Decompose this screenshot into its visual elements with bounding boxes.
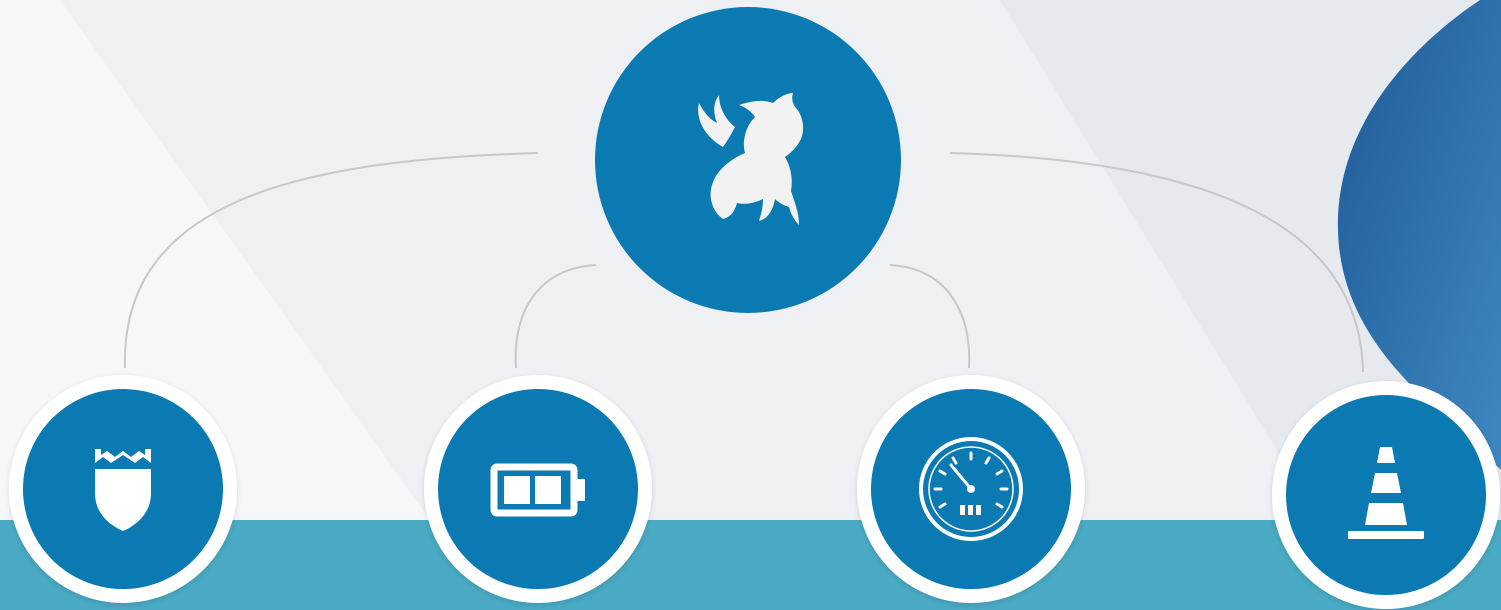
connector-line (889, 264, 971, 369)
child-node-speedometer (857, 375, 1085, 603)
hub-node (595, 7, 901, 313)
child-node-battery (424, 375, 652, 603)
diagram-canvas (0, 0, 1501, 610)
connector-line (514, 264, 597, 369)
child-node-shield (9, 375, 237, 603)
child-node-traffic-cone (1272, 381, 1500, 609)
